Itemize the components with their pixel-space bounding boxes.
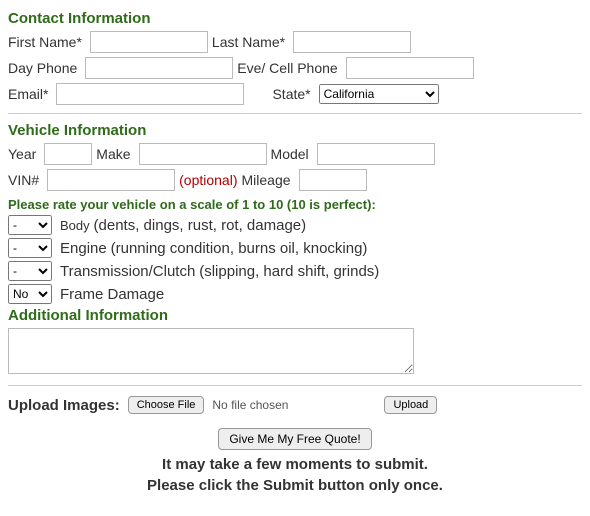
year-input[interactable] [44, 143, 92, 165]
frame-label: Frame Damage [60, 286, 164, 303]
upload-heading: Upload Images: [8, 397, 120, 414]
first-name-label: First Name* [8, 34, 82, 50]
model-input[interactable] [317, 143, 435, 165]
body-rating-select[interactable]: - [8, 215, 52, 235]
vin-label: VIN# [8, 172, 39, 188]
trans-label-desc: (slipping, hard shift, grinds) [199, 263, 379, 280]
vin-optional: (optional) [179, 172, 237, 188]
make-input[interactable] [139, 143, 267, 165]
body-label-desc: (dents, dings, rust, rot, damage) [94, 217, 307, 234]
contact-heading: Contact Information [8, 10, 582, 27]
email-label: Email* [8, 86, 48, 102]
submit-note-1: It may take a few moments to submit. [162, 456, 428, 473]
additional-heading: Additional Information [8, 307, 582, 324]
upload-button[interactable]: Upload [384, 396, 437, 414]
eve-phone-input[interactable] [346, 57, 474, 79]
engine-label-prefix: Engine [60, 240, 107, 257]
email-input[interactable] [56, 83, 244, 105]
last-name-input[interactable] [293, 31, 411, 53]
first-name-input[interactable] [90, 31, 208, 53]
make-label: Make [96, 146, 130, 162]
mileage-input[interactable] [299, 169, 367, 191]
vehicle-heading: Vehicle Information [8, 122, 582, 139]
additional-textarea[interactable] [8, 328, 414, 374]
submit-button[interactable]: Give Me My Free Quote! [218, 428, 371, 450]
eve-phone-label: Eve/ Cell Phone [237, 60, 337, 76]
trans-rating-select[interactable]: - [8, 261, 52, 281]
divider [8, 113, 582, 114]
day-phone-input[interactable] [85, 57, 233, 79]
state-label: State* [272, 86, 310, 102]
engine-label-desc: (running condition, burns oil, knocking) [111, 240, 368, 257]
day-phone-label: Day Phone [8, 60, 77, 76]
mileage-label: Mileage [242, 172, 291, 188]
divider [8, 385, 582, 386]
year-label: Year [8, 146, 36, 162]
model-label: Model [271, 146, 309, 162]
frame-rating-select[interactable]: No [8, 284, 52, 304]
choose-file-button[interactable]: Choose File [128, 396, 205, 414]
submit-note-2: Please click the Submit button only once… [147, 477, 443, 494]
engine-rating-select[interactable]: - [8, 238, 52, 258]
last-name-label: Last Name* [212, 34, 285, 50]
state-select[interactable]: California [319, 84, 439, 104]
trans-label-prefix: Transmission/Clutch [60, 263, 195, 280]
body-label-prefix: Body [60, 218, 90, 233]
no-file-text: No file chosen [212, 398, 288, 412]
rating-prompt: Please rate your vehicle on a scale of 1… [8, 197, 582, 212]
vin-input[interactable] [47, 169, 175, 191]
